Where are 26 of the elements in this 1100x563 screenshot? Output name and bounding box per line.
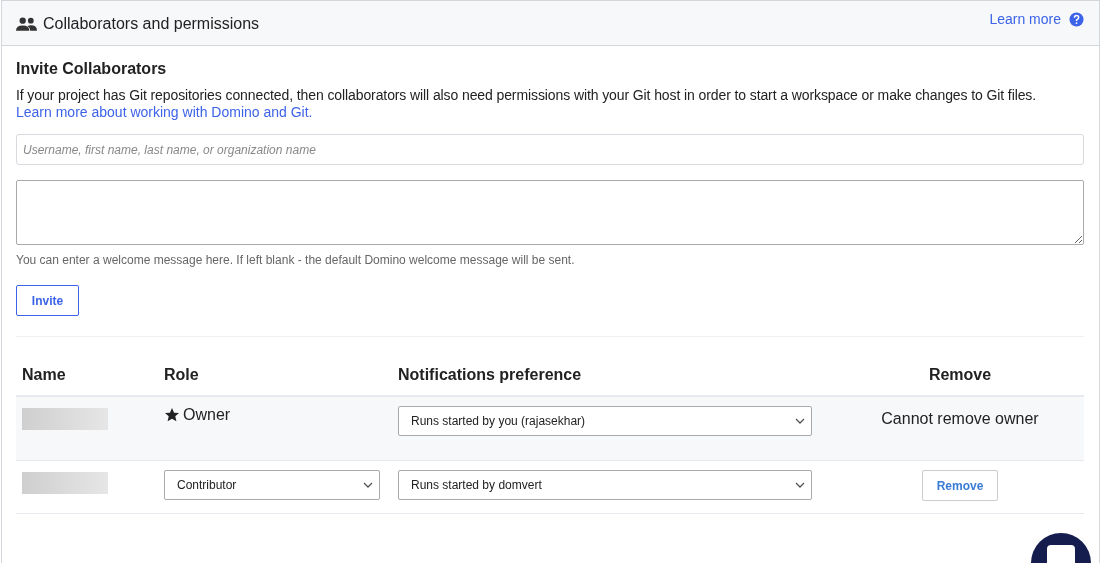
chevron-down-icon xyxy=(363,482,373,488)
collaborator-search-field[interactable]: Username, first name, last name, or organization name xyxy=(16,134,1084,165)
column-header: Notifications preference xyxy=(398,366,583,384)
invite-button[interactable]: Invite xyxy=(16,285,79,316)
field-hint: You can enter a welcome message here. If left blank - the default Domino welcome message will be sent. xyxy=(16,253,576,267)
remove-button[interactable]: Remove xyxy=(922,470,998,501)
role-label: Owner xyxy=(183,406,231,424)
description-text: If your project has Git repositories connected, then collaborators will also need permissions with your Git host in order to start a workspace or make changes to Git files. xyxy=(16,87,1038,104)
notifications-dropdown[interactable]: Runs started by domvert xyxy=(398,470,812,500)
welcome-message-field[interactable] xyxy=(16,180,1084,245)
star-icon xyxy=(164,407,180,423)
panel-title: Collaborators and permissions xyxy=(43,15,260,33)
chevron-down-icon xyxy=(795,418,805,424)
chevron-down-icon xyxy=(795,482,805,488)
role-dropdown[interactable]: Contributor xyxy=(164,470,380,500)
learn-more-link[interactable]: Learn more xyxy=(989,11,1061,27)
column-header: Remove xyxy=(927,366,993,384)
help-icon[interactable] xyxy=(1069,11,1084,27)
column-header: Role xyxy=(164,366,200,384)
section-heading: Invite Collaborators xyxy=(16,60,168,78)
remove-status-text: Cannot remove owner xyxy=(881,410,1039,428)
chat-bubble-icon xyxy=(1047,545,1075,563)
docs-link[interactable]: Learn more about working with Domino and Git. xyxy=(16,104,313,121)
column-header: Name xyxy=(21,366,67,384)
people-icon xyxy=(16,17,37,31)
notifications-dropdown[interactable]: Runs started by you (rajasekhar) xyxy=(398,406,812,436)
